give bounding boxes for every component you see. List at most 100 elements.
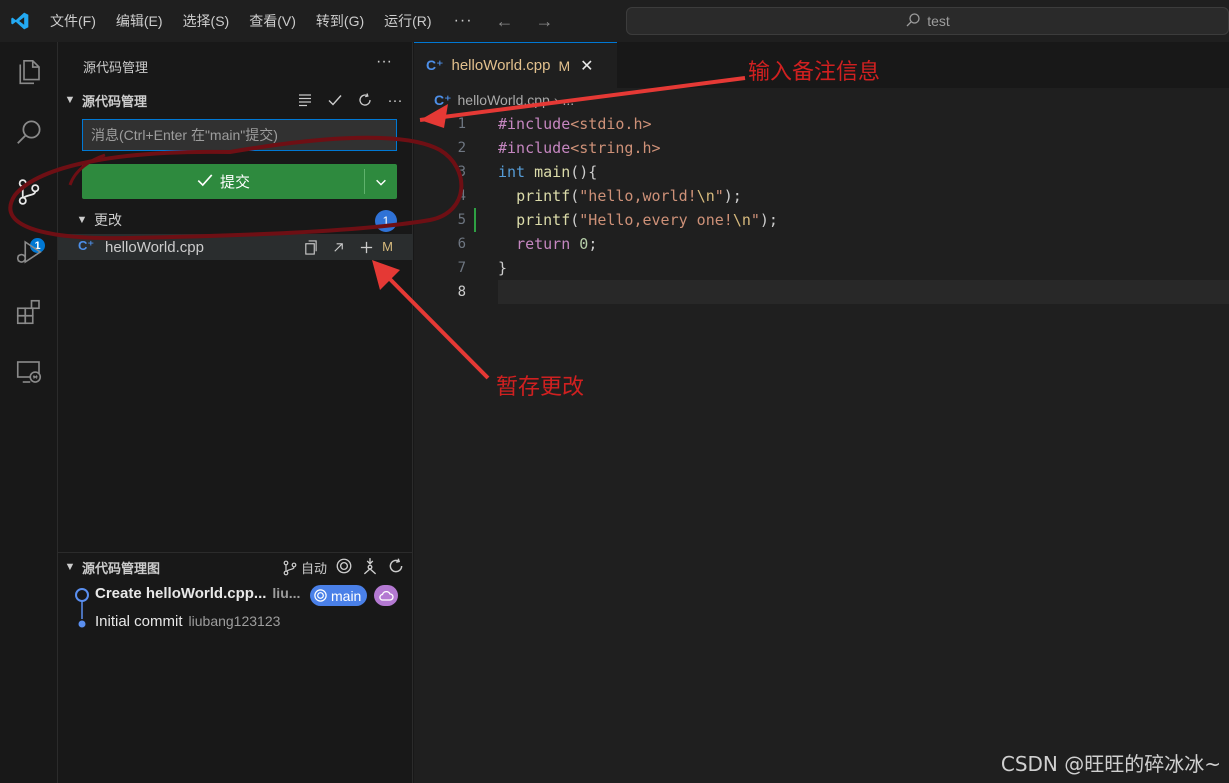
line-number: 4 (457, 188, 466, 204)
branch-badge-main: main (310, 585, 368, 606)
view-as-tree-icon[interactable] (295, 90, 315, 110)
cpp-file-icon: C⁺ (426, 57, 444, 73)
code-line-4: printf("hello,world!\n"); (516, 187, 742, 205)
commit-check-icon[interactable] (325, 90, 345, 110)
graph-branch-filter[interactable]: 自动 (282, 558, 327, 577)
activity-bar: 1 (0, 42, 58, 783)
source-control-icon[interactable] (9, 172, 49, 212)
code-editor[interactable]: 1 2 3 4 5 6 7 8 #include<stdio.h> #inclu… (414, 112, 1229, 783)
cpp-file-icon: C⁺ (78, 238, 95, 253)
menu-go[interactable]: 转到(G) (306, 0, 374, 42)
line-number: 8 (457, 284, 466, 300)
code-line-2: #include<string.h> (498, 139, 661, 157)
sidebar-title: 源代码管理 (83, 60, 149, 75)
search-icon[interactable] (9, 112, 49, 152)
chevron-down-icon: ▼ (76, 214, 88, 226)
scm-section-label: 源代码管理 (82, 93, 148, 109)
stage-changes-icon[interactable] (357, 237, 375, 257)
file-actions (301, 237, 375, 257)
code-line-5: printf("Hello,every one!\n"); (516, 211, 778, 229)
graph-actions: 自动 (282, 557, 405, 578)
menu-run[interactable]: 运行(R) (374, 0, 441, 42)
chevron-down-icon: ▼ (64, 561, 76, 573)
breadcrumb-more[interactable]: ... (563, 92, 575, 108)
file-status-modified: M (382, 239, 393, 254)
changes-count-badge: 1 (375, 210, 397, 232)
scm-section-header[interactable]: ▼ 源代码管理 ··· (58, 88, 413, 112)
annotation-message-note: 输入备注信息 (748, 60, 881, 85)
vscode-logo-icon (0, 0, 40, 42)
line-number: 7 (457, 260, 466, 276)
line-number: 6 (457, 236, 466, 252)
more-actions-icon[interactable]: ··· (385, 90, 405, 110)
run-debug-icon[interactable] (9, 232, 49, 272)
tab-helloworld-cpp[interactable]: C⁺ helloWorld.cpp M ✕ (414, 42, 617, 88)
graph-title: 源代码管理图 (82, 560, 161, 576)
search-icon (905, 12, 921, 31)
code-line-3: int main(){ (498, 163, 598, 181)
commit-message: Initial commit (95, 613, 183, 630)
explorer-icon[interactable] (9, 52, 49, 92)
changed-file-row[interactable]: C⁺ helloWorld.cpp M (58, 234, 413, 260)
extensions-icon[interactable] (9, 292, 49, 332)
commit-author: liu... (272, 585, 301, 601)
back-arrow-icon[interactable]: ← (485, 11, 525, 32)
chevron-down-icon: ▼ (64, 94, 76, 106)
discard-changes-icon[interactable] (329, 237, 347, 257)
commit-main-button[interactable]: 提交 (82, 164, 364, 199)
graph-commit-row[interactable]: Initial commit liubang123123 (58, 611, 413, 635)
tab-label: helloWorld.cpp (451, 57, 551, 74)
annotation-stage-note: 暂存更改 (496, 375, 585, 400)
line-number: 2 (457, 140, 466, 156)
current-line-highlight (498, 280, 1229, 304)
line-number: 3 (457, 164, 466, 180)
commit-button[interactable]: 提交 (82, 164, 397, 199)
breadcrumb-file[interactable]: helloWorld.cpp (458, 92, 550, 108)
watermark: CSDN @旺旺的碎冰冰~ (1000, 752, 1221, 776)
graph-auto-label: 自动 (300, 561, 327, 576)
commit-dropdown-button[interactable] (365, 164, 397, 199)
source-control-graph-panel: ▼ 源代码管理图 自动 Create helloWorld.cpp... liu… (58, 552, 413, 783)
refresh-icon[interactable] (355, 90, 375, 110)
commit-message-input[interactable]: 消息(Ctrl+Enter 在"main"提交) (82, 119, 397, 151)
code-line-6: return 0; (516, 235, 598, 253)
menu-more-button[interactable]: ··· (442, 12, 485, 30)
branch-name: main (331, 587, 362, 604)
source-control-sidebar: 源代码管理 ··· ▼ 源代码管理 ··· 消息(Ctrl+Enter 在"ma… (58, 42, 413, 783)
commit-button-label: 提交 (219, 174, 250, 191)
line-number: 1 (457, 116, 466, 132)
forward-arrow-icon[interactable]: → (525, 11, 565, 32)
go-to-current-icon[interactable] (335, 557, 353, 578)
changes-section-header[interactable]: ▼ 更改 1 (58, 208, 413, 232)
breadcrumb: C⁺ helloWorld.cpp › ... (414, 88, 1229, 112)
target-icon (314, 589, 327, 602)
chevron-right-icon: › (553, 92, 559, 108)
close-icon[interactable]: ✕ (580, 56, 593, 76)
code-line-1: #include<stdio.h> (498, 115, 652, 133)
tab-status-modified: M (558, 57, 571, 74)
branch-icon (283, 560, 297, 575)
command-center-text: test (927, 13, 950, 29)
open-file-icon[interactable] (301, 237, 319, 257)
check-icon (196, 171, 214, 193)
menu-view[interactable]: 查看(V) (239, 0, 306, 42)
cloud-icon (374, 585, 398, 606)
menu-selection[interactable]: 选择(S) (173, 0, 240, 42)
menu-edit[interactable]: 编辑(E) (106, 0, 173, 42)
graph-commit-row[interactable]: Create helloWorld.cpp... liu... main (58, 583, 413, 628)
remote-explorer-icon[interactable] (9, 352, 49, 392)
cpp-file-icon: C⁺ (434, 91, 452, 108)
menu-file[interactable]: 文件(F) (40, 0, 106, 42)
code-line-7: } (498, 259, 508, 277)
commit-author: liubang123123 (188, 613, 281, 629)
chevron-down-icon (376, 179, 386, 186)
fetch-icon[interactable] (361, 557, 379, 578)
command-center-search[interactable]: test (626, 7, 1229, 35)
title-bar: 文件(F) 编辑(E) 选择(S) 查看(V) 转到(G) 运行(R) ··· … (0, 0, 1229, 42)
changes-label: 更改 (94, 212, 122, 228)
modified-line-indicator (474, 208, 476, 232)
refresh-graph-icon[interactable] (387, 557, 405, 578)
graph-section-header[interactable]: ▼ 源代码管理图 自动 (58, 555, 413, 579)
sidebar-more-button[interactable]: ··· (376, 53, 392, 71)
changed-file-name: helloWorld.cpp (105, 239, 204, 256)
